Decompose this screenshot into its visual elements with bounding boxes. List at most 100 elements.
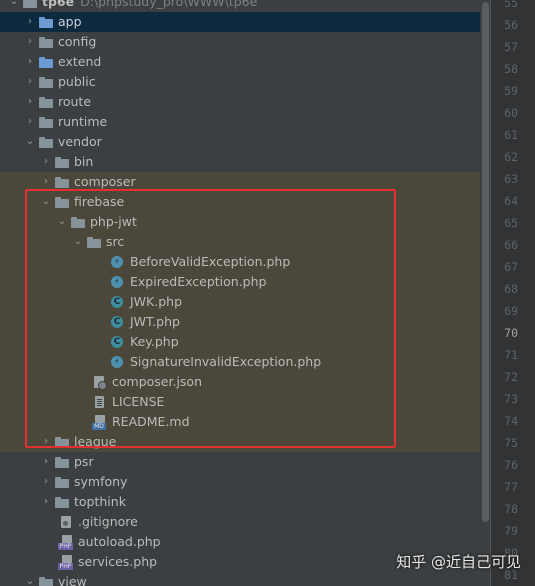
chevron-right-icon[interactable]: ›: [38, 492, 54, 512]
chevron-down-icon[interactable]: ⌄: [6, 0, 22, 12]
chevron-down-icon[interactable]: ⌄: [22, 572, 38, 586]
line-number: 64: [504, 194, 518, 208]
tree-label: app: [58, 14, 82, 29]
tree-label: view: [58, 574, 87, 586]
project-tree: ⌄ tp6e D:\phpstudy_pro\WWW\tp6e › app › conf…: [0, 0, 480, 586]
folder-icon: [38, 32, 54, 52]
tree-label: vendor: [58, 134, 102, 149]
tree-row-jwk[interactable]: JWK.php: [0, 292, 480, 312]
line-number: 68: [504, 282, 518, 296]
chevron-right-icon[interactable]: ›: [22, 92, 38, 112]
chevron-right-icon[interactable]: ›: [22, 72, 38, 92]
folder-icon: [54, 172, 70, 192]
line-number: 69: [504, 304, 518, 318]
tree-row-runtime[interactable]: › runtime: [0, 112, 480, 132]
tree-row-composer-json[interactable]: composer.json: [0, 372, 480, 392]
tree-row-route[interactable]: › route: [0, 92, 480, 112]
tree-row-public[interactable]: › public: [0, 72, 480, 92]
tree-row-autoload[interactable]: autoload.php: [0, 532, 480, 552]
tree-label: LICENSE: [112, 394, 165, 409]
markdown-file-icon: [92, 412, 108, 432]
chevron-down-icon[interactable]: ⌄: [70, 232, 86, 252]
tree-label: Key.php: [130, 334, 179, 349]
folder-icon: [54, 492, 70, 512]
chevron-right-icon[interactable]: ›: [38, 472, 54, 492]
chevron-right-icon[interactable]: ›: [22, 112, 38, 132]
line-number: 70: [504, 326, 518, 340]
tree-label: src: [106, 234, 125, 249]
php-class-icon: [110, 332, 126, 352]
tree-row-extend[interactable]: › extend: [0, 52, 480, 72]
tree-row-jwt[interactable]: JWT.php: [0, 312, 480, 332]
tree-label: JWT.php: [130, 314, 180, 329]
zhihu-watermark: 知乎 @近自己可见: [396, 553, 521, 571]
tree-row-expired-exception[interactable]: ExpiredException.php: [0, 272, 480, 292]
line-number: 62: [504, 150, 518, 164]
chevron-right-icon[interactable]: ›: [38, 452, 54, 472]
folder-icon: [70, 212, 86, 232]
tree-row-app[interactable]: › app: [0, 12, 480, 32]
chevron-right-icon[interactable]: ›: [22, 12, 38, 32]
tree-label: topthink: [74, 494, 126, 509]
folder-icon: [38, 12, 54, 32]
line-number: 79: [504, 524, 518, 538]
tree-label: firebase: [74, 194, 125, 209]
tree-label: README.md: [112, 414, 190, 429]
tree-row-root[interactable]: ⌄ tp6e D:\phpstudy_pro\WWW\tp6e: [0, 0, 480, 12]
tree-row-composer[interactable]: › composer: [0, 172, 480, 192]
chevron-down-icon[interactable]: ⌄: [38, 192, 54, 212]
tree-row-gitignore[interactable]: .gitignore: [0, 512, 480, 532]
php-exception-icon: [110, 272, 126, 292]
chevron-right-icon[interactable]: ›: [38, 172, 54, 192]
line-number: 74: [504, 414, 518, 428]
chevron-right-icon[interactable]: ›: [38, 432, 54, 452]
tree-label: route: [58, 94, 92, 109]
tree-row-config[interactable]: › config: [0, 32, 480, 52]
tree-row-bin[interactable]: › bin: [0, 152, 480, 172]
tree-label: .gitignore: [78, 514, 138, 529]
tree-row-symfony[interactable]: › symfony: [0, 472, 480, 492]
php-exception-icon: [110, 352, 126, 372]
text-file-icon: [92, 392, 108, 412]
chevron-right-icon[interactable]: ›: [22, 32, 38, 52]
tree-label: SignatureInvalidException.php: [130, 354, 322, 369]
line-number: 77: [504, 480, 518, 494]
tree-scrollbar[interactable]: [480, 0, 490, 586]
tree-row-signature-invalid-exception[interactable]: SignatureInvalidException.php: [0, 352, 480, 372]
root-path-label: D:\phpstudy_pro\WWW\tp6e: [80, 0, 258, 9]
chevron-right-icon[interactable]: ›: [38, 152, 54, 172]
line-number: 76: [504, 458, 518, 472]
scrollbar-thumb[interactable]: [482, 2, 489, 522]
tree-row-view[interactable]: ⌄ view: [0, 572, 480, 586]
tree-row-php-jwt[interactable]: ⌄ php-jwt: [0, 212, 480, 232]
folder-icon: [54, 192, 70, 212]
tree-row-readme[interactable]: README.md: [0, 412, 480, 432]
tree-row-vendor[interactable]: ⌄ vendor: [0, 132, 480, 152]
line-number-list: 55 56 57 58 59 60 61 62 63 64 65 66 67 68 69 70 71 72 73 74…: [491, 0, 535, 586]
tree-row-firebase[interactable]: ⌄ firebase: [0, 192, 480, 212]
tree-label: config: [58, 34, 97, 49]
tree-label: composer.json: [112, 374, 203, 389]
line-number: 78: [504, 502, 518, 516]
line-number: 60: [504, 106, 518, 120]
line-number: 65: [504, 216, 518, 230]
tree-row-topthink[interactable]: › topthink: [0, 492, 480, 512]
php-file-icon: [58, 552, 74, 572]
chevron-down-icon[interactable]: ⌄: [54, 212, 70, 232]
tree-row-src[interactable]: ⌄ src: [0, 232, 480, 252]
folder-icon: [38, 52, 54, 72]
chevron-down-icon[interactable]: ⌄: [22, 132, 38, 152]
chevron-right-icon[interactable]: ›: [22, 52, 38, 72]
tree-row-league[interactable]: › league: [0, 432, 480, 452]
tree-label: bin: [74, 154, 94, 169]
tree-row-license[interactable]: LICENSE: [0, 392, 480, 412]
folder-icon: [54, 472, 70, 492]
tree-row-before-valid-exception[interactable]: BeforeValidException.php: [0, 252, 480, 272]
tree-label: league: [74, 434, 117, 449]
tree-row-key[interactable]: Key.php: [0, 332, 480, 352]
php-exception-icon: [110, 252, 126, 272]
tree-label: autoload.php: [78, 534, 161, 549]
folder-icon: [38, 72, 54, 92]
tree-row-psr[interactable]: › psr: [0, 452, 480, 472]
line-number: 56: [504, 18, 518, 32]
